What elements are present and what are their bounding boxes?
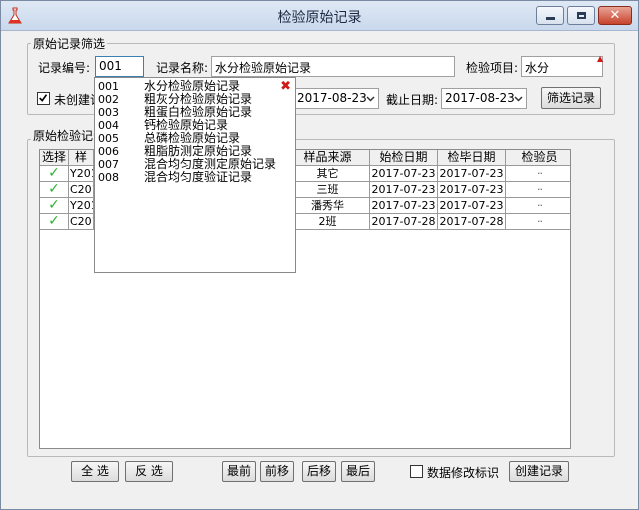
col-header-end-date[interactable]: 检毕日期 <box>438 150 506 166</box>
create-record-button[interactable]: 创建记录 <box>509 461 569 482</box>
redacted-text: ·· <box>537 183 543 196</box>
minimize-icon <box>545 17 555 20</box>
required-marker-icon: ▲ <box>597 54 604 63</box>
inspector-cell: ·· <box>506 166 570 182</box>
col-header-source[interactable]: 样品来源 <box>286 150 370 166</box>
dropdown-item-name: 混合均匀度验证记录 <box>144 170 253 184</box>
record-no-label: 记录编号: <box>38 61 91 75</box>
modified-flag-checkbox[interactable] <box>410 465 423 478</box>
maximize-button[interactable] <box>567 6 595 25</box>
source-cell: 潘秀华 <box>286 198 370 214</box>
dropdown-item-code: 006 <box>98 145 119 158</box>
sample-code-cell: Y201 <box>69 198 94 214</box>
select-cell[interactable]: ✓ <box>40 182 69 198</box>
redacted-text: ·· <box>537 199 543 212</box>
close-icon: ✕ <box>609 8 621 23</box>
sample-code-cell: Y201 <box>69 166 94 182</box>
end-date-cell: 2017-07-28 <box>438 214 506 230</box>
dropdown-item-code: 002 <box>98 93 119 106</box>
source-cell: 三班 <box>286 182 370 198</box>
checkmark-icon: ✓ <box>48 198 60 213</box>
title-bar[interactable]: 检验原始记录 ✕ <box>1 1 638 31</box>
not-created-checkbox[interactable] <box>37 92 50 105</box>
dropdown-item-code: 003 <box>98 106 119 119</box>
select-cell[interactable]: ✓ <box>40 214 69 230</box>
record-name-input[interactable]: 水分检验原始记录 <box>211 56 455 77</box>
checkmark-icon: ✓ <box>48 182 60 197</box>
checkmark-icon <box>39 94 48 102</box>
start-date-cell: 2017-07-23 <box>370 166 438 182</box>
end-date-select[interactable]: 2017-08-23 <box>441 88 527 109</box>
start-date-cell: 2017-07-28 <box>370 214 438 230</box>
close-button[interactable]: ✕ <box>598 6 632 25</box>
col-header-inspector[interactable]: 检验员 <box>506 150 570 166</box>
inspector-cell: ·· <box>506 214 570 230</box>
end-date-label: 截止日期: <box>386 93 439 107</box>
item-label: 检验项目: <box>466 61 519 75</box>
start-date-select[interactable]: 2017-08-23 <box>293 88 379 109</box>
dropdown-item-code: 007 <box>98 158 119 171</box>
checkmark-icon: ✓ <box>48 214 60 229</box>
checkmark-icon: ✓ <box>48 166 60 181</box>
redacted-text: ·· <box>537 167 543 180</box>
filter-records-button[interactable]: 筛选记录 <box>541 87 601 109</box>
start-date-cell: 2017-07-23 <box>370 182 438 198</box>
record-name-label: 记录名称: <box>156 61 209 75</box>
inspector-cell: ·· <box>506 182 570 198</box>
chevron-down-icon <box>366 96 375 102</box>
main-window: 检验原始记录 ✕ 原始记录筛选 记录编号: 001 记录名称: 水分检验原始记录… <box>0 0 639 510</box>
start-date-cell: 2017-07-23 <box>370 198 438 214</box>
select-all-button[interactable]: 全 选 <box>71 461 119 482</box>
source-cell: 其它 <box>286 166 370 182</box>
sample-code-cell: C201 <box>69 182 94 198</box>
end-date-cell: 2017-07-23 <box>438 198 506 214</box>
redacted-text: ·· <box>537 215 543 228</box>
close-icon[interactable]: ✖ <box>280 80 291 93</box>
previous-record-button[interactable]: 前移 <box>260 461 294 482</box>
source-cell: 2班 <box>286 214 370 230</box>
modified-flag-label: 数据修改标识 <box>427 466 500 480</box>
dropdown-item-code: 008 <box>98 171 119 184</box>
col-header-select[interactable]: 选择 <box>40 150 69 166</box>
sample-code-cell: C201 <box>69 214 94 230</box>
filter-group-title: 原始记录筛选 <box>31 35 108 52</box>
invert-selection-button[interactable]: 反 选 <box>125 461 173 482</box>
record-no-input[interactable]: 001 <box>95 56 144 77</box>
item-input[interactable]: 水分 <box>521 56 603 77</box>
record-dropdown-popup[interactable]: ✖ 001 水分检验原始记录 002 粗灰分检验原始记录 003 粗蛋白检验原始… <box>94 77 296 273</box>
select-cell[interactable]: ✓ <box>40 166 69 182</box>
dropdown-item-code: 001 <box>98 80 119 93</box>
end-date-cell: 2017-07-23 <box>438 182 506 198</box>
start-date-value: 2017-08-23 <box>297 91 367 105</box>
last-record-button[interactable]: 最后 <box>341 461 375 482</box>
dropdown-item-code: 004 <box>98 119 119 132</box>
end-date-cell: 2017-07-23 <box>438 166 506 182</box>
col-header-sample[interactable]: 样 <box>69 150 94 166</box>
select-cell[interactable]: ✓ <box>40 198 69 214</box>
first-record-button[interactable]: 最前 <box>222 461 256 482</box>
maximize-icon <box>576 12 586 19</box>
inspector-cell: ·· <box>506 198 570 214</box>
minimize-button[interactable] <box>536 6 564 25</box>
chevron-down-icon <box>514 96 523 102</box>
end-date-value: 2017-08-23 <box>445 91 515 105</box>
next-record-button[interactable]: 后移 <box>302 461 336 482</box>
col-header-start-date[interactable]: 始检日期 <box>370 150 438 166</box>
dropdown-item-code: 005 <box>98 132 119 145</box>
